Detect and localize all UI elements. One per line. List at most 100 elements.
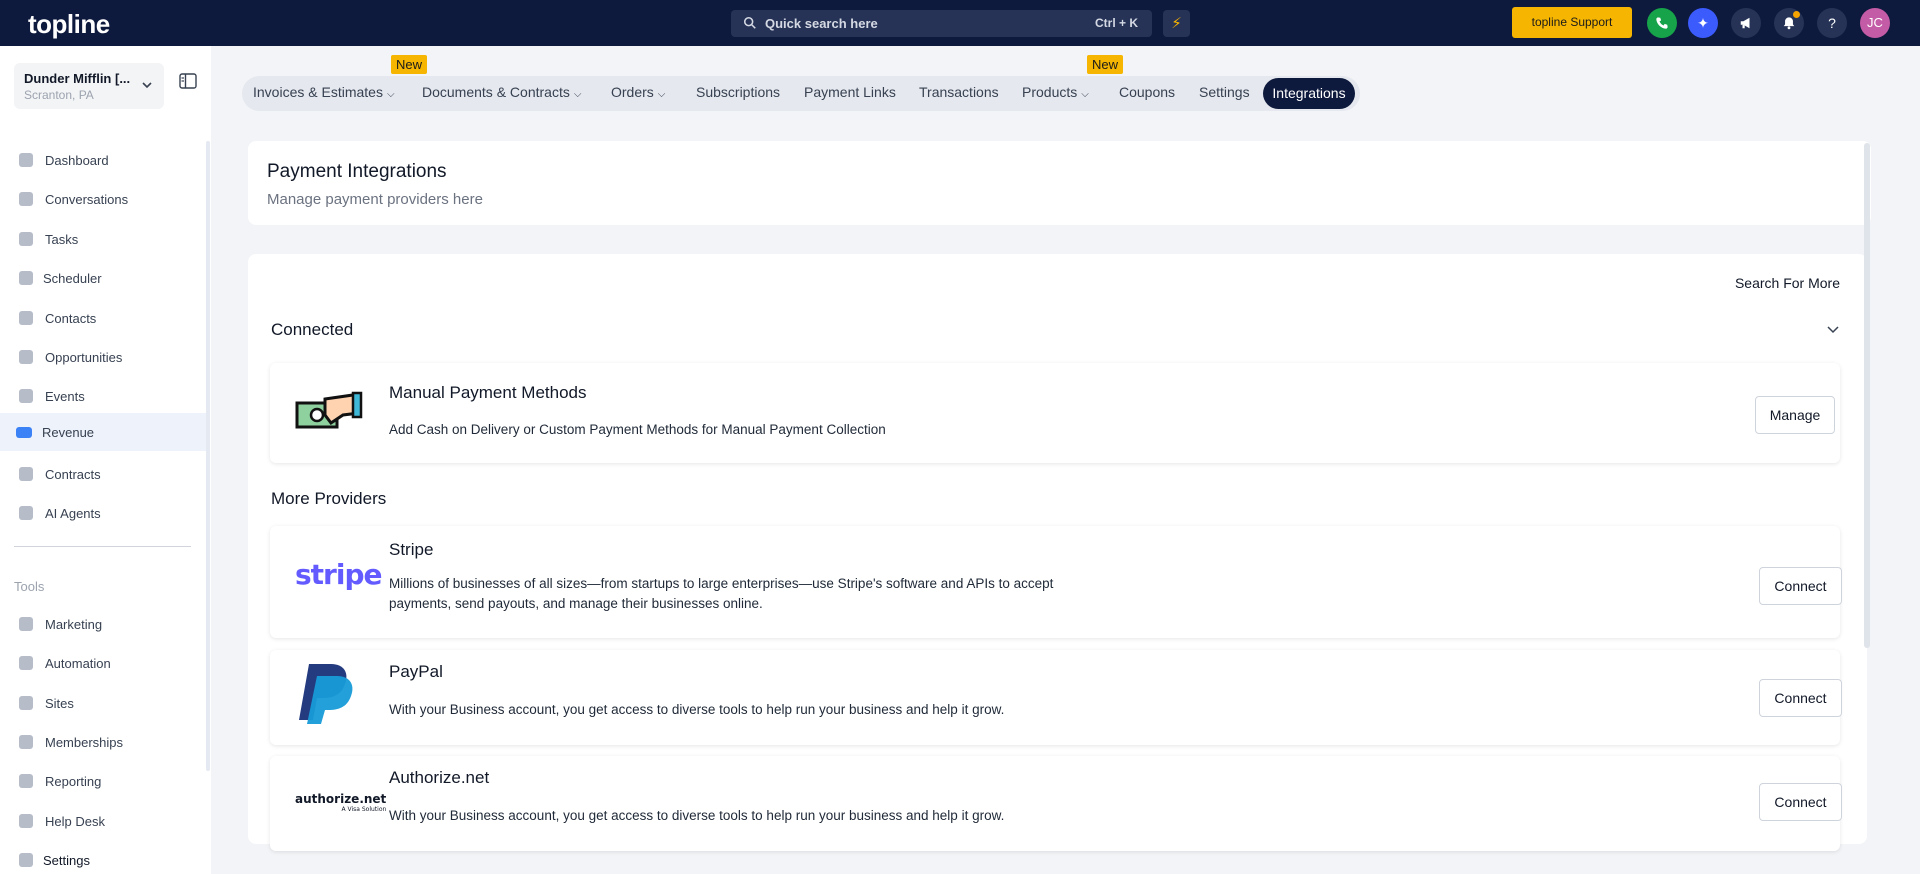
tab-subscriptions[interactable]: Subscriptions [696,84,780,100]
sidebar-item-sites[interactable]: Sites [0,684,206,722]
tab-integrations[interactable]: Integrations [1263,78,1355,109]
provider-card-stripe: stripe Stripe Millions of businesses of … [270,526,1842,638]
sidebar-item-contacts[interactable]: Contacts [0,299,206,337]
connect-button[interactable]: Connect [1759,783,1842,821]
chevron-down-icon: ⌵ [1081,89,1089,100]
help-icon[interactable]: ? [1817,8,1847,38]
sidebar-scrollbar[interactable] [206,141,210,771]
sidebar-item-conversations[interactable]: Conversations [0,180,206,218]
location-name: Dunder Mifflin [... [24,71,131,86]
provider-description: With your Business account, you get acce… [389,702,1005,717]
ai-sparkle-icon[interactable]: ✦ [1688,8,1718,38]
chevron-down-icon [142,82,152,89]
new-badge: New [391,55,428,74]
sites-icon [19,696,33,710]
provider-description: With your Business account, you get acce… [389,808,1005,823]
sidebar-item-reporting[interactable]: Reporting [0,762,206,800]
sidebar-item-revenue[interactable]: Revenue [0,413,206,451]
tab-label: Products [1022,84,1078,100]
contacts-icon [19,311,33,325]
page-title: Payment Integrations [267,161,447,182]
connect-button[interactable]: Connect [1759,567,1842,605]
search-placeholder: Quick search here [765,16,878,31]
tab-transactions[interactable]: Transactions [919,84,999,100]
sidebar-item-scheduler[interactable]: Scheduler [0,259,206,297]
sidebar-item-label: Dashboard [45,153,109,168]
sidebar-item-help-desk[interactable]: Help Desk [0,802,206,840]
provider-name: Stripe [389,540,434,559]
tab-settings[interactable]: Settings [1199,84,1250,100]
manage-button[interactable]: Manage [1755,396,1835,434]
page-scrollbar[interactable] [1864,143,1870,648]
tab-orders[interactable]: Orders ⌵ [611,84,665,100]
sidebar-item-label: Contracts [45,467,101,482]
megaphone-icon[interactable] [1731,8,1761,38]
new-badge: New [1087,55,1124,74]
calendar-icon [19,271,33,285]
pie-chart-icon [19,774,33,788]
sidebar: Dunder Mifflin [... Scranton, PA Dashboa… [0,46,211,874]
sidebar-item-opportunities[interactable]: Opportunities [0,338,206,376]
sidebar-item-label: Contacts [45,311,97,326]
provider-name: PayPal [389,662,443,681]
tools-heading: Tools [14,579,45,594]
provider-description: Add Cash on Delivery or Custom Payment M… [389,422,886,437]
tab-coupons[interactable]: Coupons [1119,84,1175,100]
sidebar-item-ai-agents[interactable]: AI Agents [0,494,206,532]
sidebar-item-label: Tasks [45,232,79,247]
phone-icon[interactable] [1647,8,1677,38]
provider-card-authorize-net: authorize.net A Visa Solution Authorize.… [270,756,1842,851]
tab-products[interactable]: Products ⌵ [1022,84,1089,100]
avatar[interactable]: JC [1860,8,1890,38]
automation-icon [19,656,33,670]
chevron-down-icon[interactable] [1826,322,1840,336]
help-desk-icon [19,814,33,828]
sidebar-item-events[interactable]: Events [0,377,206,415]
sidebar-divider [14,546,191,547]
sidebar-item-label: Opportunities [45,350,123,365]
provider-card-manual: Manual Payment Methods Add Cash on Deliv… [270,363,1840,463]
location-city: Scranton, PA [24,88,94,102]
notifications-bell-icon[interactable] [1774,8,1804,38]
connect-button[interactable]: Connect [1759,679,1842,717]
location-switcher[interactable]: Dunder Mifflin [... Scranton, PA [14,63,164,109]
sidebar-item-label: Revenue [42,425,95,440]
sidebar-item-automation[interactable]: Automation [0,644,206,682]
contracts-icon [19,467,33,481]
tab-documents-contracts[interactable]: Documents & Contracts ⌵ [422,84,581,100]
app-logo[interactable]: topline [28,9,110,40]
lightning-icon[interactable]: ⚡ [1163,10,1190,37]
sidebar-item-dashboard[interactable]: Dashboard [0,141,206,179]
sidebar-item-label: Marketing [45,617,103,632]
memberships-icon [19,735,33,749]
sidebar-item-label: Events [45,389,85,404]
provider-card-paypal: PayPal With your Business account, you g… [270,650,1842,745]
sidebar-item-settings[interactable]: Settings [0,841,206,874]
sidebar-item-contracts[interactable]: Contracts [0,455,206,493]
page-header-card: Payment Integrations Manage payment prov… [248,141,1871,225]
sidebar-item-label: Automation [45,656,111,671]
sidebar-item-tasks[interactable]: Tasks [0,220,206,258]
tab-label: Documents & Contracts [422,84,570,100]
sidebar-item-marketing[interactable]: Marketing [0,605,206,643]
notification-dot [1793,11,1800,18]
support-button[interactable]: topline Support [1512,7,1632,38]
tab-payment-links[interactable]: Payment Links [804,84,896,100]
chevron-down-icon: ⌵ [386,89,395,100]
integrations-panel: Search For More Connected Manual Payment… [248,254,1867,851]
sidebar-item-label: Help Desk [45,814,105,829]
cash-hand-icon [295,391,363,429]
sidebar-item-label: Reporting [45,774,102,789]
sidebar-item-memberships[interactable]: Memberships [0,723,206,761]
sidebar-collapse-icon[interactable] [179,73,197,89]
sidebar-item-label: Sites [45,696,74,711]
sidebar-item-label: Scheduler [43,271,102,286]
quick-search[interactable]: Quick search here Ctrl + K [731,10,1152,37]
authorize-net-logo-sub: A Visa Solution [341,806,387,813]
provider-name: Authorize.net [389,768,490,787]
provider-name: Manual Payment Methods [389,383,587,402]
search-for-more-link[interactable]: Search For More [1735,275,1840,291]
sidebar-item-label: Memberships [45,735,124,750]
stripe-logo: stripe [295,558,382,591]
tab-invoices-estimates[interactable]: Invoices & Estimates ⌵ [253,84,395,100]
